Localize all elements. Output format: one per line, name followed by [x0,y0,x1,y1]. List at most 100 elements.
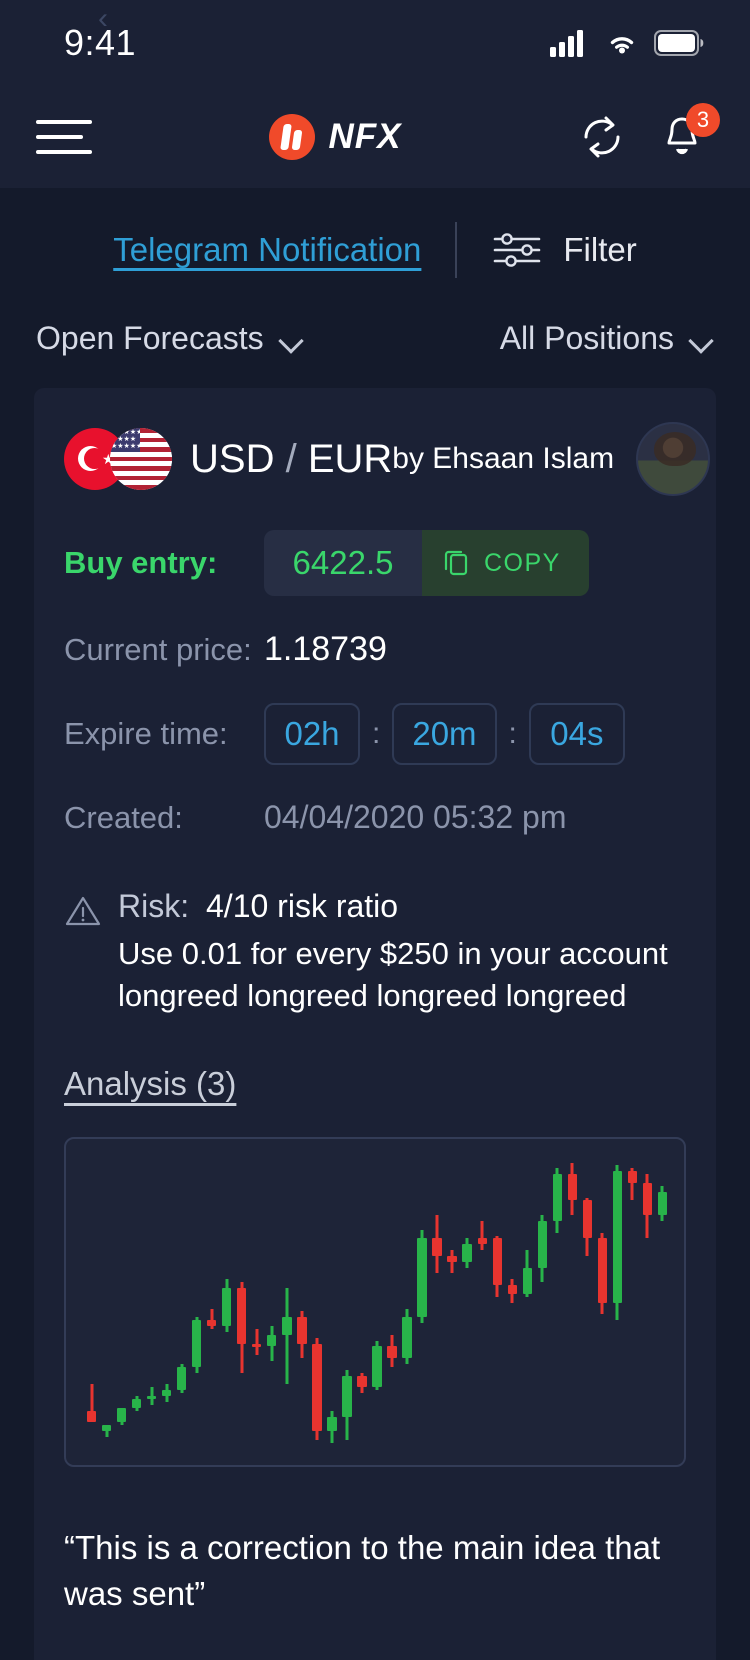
buy-entry-value: 6422.5 [264,530,422,596]
analysis-paragraph: USDCAD is noe forming a possible Head an… [64,1655,686,1660]
filter-label: Filter [563,231,637,268]
expire-time-row: Expire time: 02h : 20m : 04s [64,703,686,765]
hamburger-menu-icon[interactable] [36,120,92,154]
candle-body [327,1416,337,1432]
copy-icon [444,550,468,576]
avatar[interactable] [636,422,711,496]
candle-body [492,1238,502,1286]
candlestick [537,1139,547,1465]
buy-entry-control: 6422.5 COPY [264,530,589,596]
candlestick [327,1139,337,1465]
current-price-row: Current price: 1.18739 [64,630,686,669]
chevron-down-icon [692,332,714,344]
candle-body [657,1191,668,1216]
battery-icon [654,30,704,56]
candlestick [492,1139,502,1465]
risk-label: Risk: [118,888,190,924]
card-header: ★ ★★★★★ ★★★★ ★★★★★ USD / EUR by Ehsaan Isl… [64,422,711,496]
candlestick [462,1139,472,1465]
refresh-button[interactable] [578,113,626,161]
candle-body [627,1171,638,1183]
filter-button[interactable]: Filter [457,230,637,270]
telegram-notification-link[interactable]: Telegram Notification [113,231,455,269]
candlestick [552,1139,562,1465]
filters-row: Open Forecasts All Positions [0,304,750,366]
candle-body [177,1366,187,1391]
candlestick [447,1139,457,1465]
candlestick [522,1139,532,1465]
brand-logo[interactable]: NFX [268,114,402,160]
candlestick [297,1139,307,1465]
nfx-logo-icon [268,114,315,160]
current-price-label: Current price: [64,631,252,667]
candle-body [477,1238,487,1245]
filter-bar: Telegram Notification Filter [0,188,750,304]
countdown-seconds: 04s [528,703,625,765]
candle-wick [480,1220,484,1251]
candlestick [267,1139,277,1465]
countdown-timer: 02h : 20m : 04s [264,703,625,765]
candle-body [282,1317,292,1335]
candle-body [237,1288,247,1344]
app-root: ‹ 9:41 NFX 3 Telegram Notification Filte… [0,0,750,1660]
candle-body [161,1390,172,1397]
analysis-quote: “This is a correction to the main idea t… [64,1528,661,1612]
buy-entry-label: Buy entry: [64,545,218,580]
analysis-link[interactable]: Analysis (3) [64,1065,236,1103]
candlestick [612,1139,623,1465]
candle-body [342,1375,352,1417]
candle-body [597,1238,608,1303]
candlestick [657,1139,668,1465]
candle-body [131,1399,142,1408]
sliders-filter-icon [494,233,541,267]
notification-badge: 3 [686,103,720,137]
candlestick [146,1139,157,1465]
countdown-minutes: 20m [392,703,497,765]
candle-body [537,1220,547,1268]
candle-wick [255,1328,259,1356]
app-header: NFX 3 [0,86,750,188]
created-value: 04/04/2020 05:32 pm [264,799,567,835]
candle-body [462,1244,472,1262]
countdown-separator: : [372,717,381,750]
candlestick [507,1139,517,1465]
header-actions: 3 [578,103,720,161]
risk-ratio-value: 4/10 risk ratio [206,888,399,924]
candle-body [522,1267,532,1294]
candle-wick [450,1250,454,1274]
candle-body [372,1346,382,1388]
all-positions-label: All Positions [499,319,674,356]
candle-body [642,1182,653,1216]
candle-body [432,1238,442,1256]
candlestick [116,1139,127,1465]
current-price-value: 1.18739 [264,630,387,668]
open-forecasts-dropdown[interactable]: Open Forecasts [36,320,304,357]
copy-label: COPY [484,548,561,577]
brand-name: NFX [328,117,402,156]
notifications-button[interactable]: 3 [660,103,720,161]
forecast-card[interactable]: ★ ★★★★★ ★★★★ ★★★★★ USD / EUR by Ehsaan Isl… [34,388,716,1660]
candle-body [312,1343,322,1432]
expire-time-label: Expire time: [64,716,228,751]
candlestick [252,1139,262,1465]
candle-body [86,1410,97,1423]
copy-button[interactable]: COPY [422,530,589,596]
status-indicators [550,29,704,57]
candlestick [192,1139,202,1465]
candle-body [192,1320,202,1367]
risk-note: Use 0.01 for every $250 in your account … [118,936,668,1013]
pair-base: USD [190,436,275,481]
candle-body [552,1174,562,1221]
currency-pair: USD / EUR [190,437,392,482]
candlestick [477,1139,487,1465]
back-chevron-icon[interactable]: ‹ [98,2,108,36]
candlestick-chart[interactable] [64,1136,686,1467]
all-positions-dropdown[interactable]: All Positions [500,320,714,357]
open-forecasts-label: Open Forecasts [36,319,264,356]
candlestick [597,1139,608,1465]
candle-body [507,1285,517,1294]
pair-separator: / [285,436,297,481]
candle-body [252,1343,262,1347]
countdown-hours: 02h [264,703,360,765]
candlestick [342,1139,352,1465]
